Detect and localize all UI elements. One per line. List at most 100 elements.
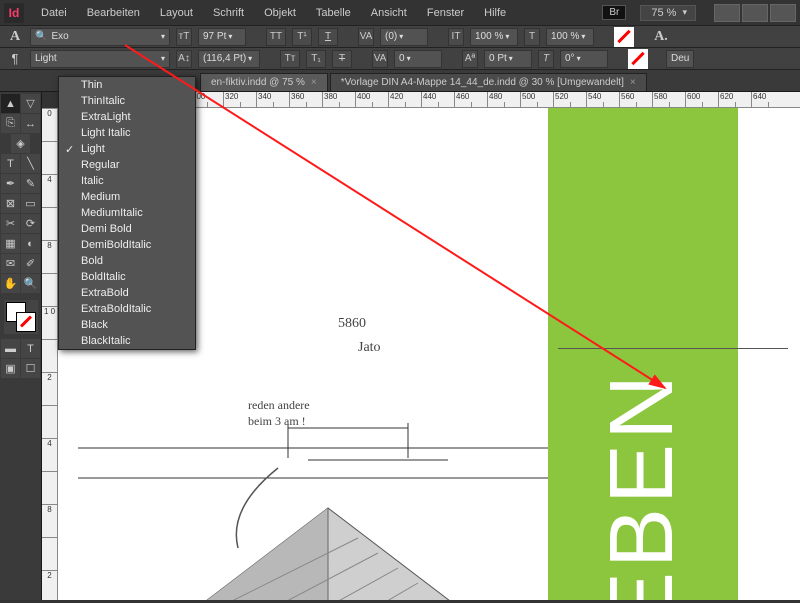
document-tab-1[interactable]: en-fiktiv.indd @ 75 % × xyxy=(200,73,328,91)
rect-frame-tool[interactable]: ⊠ xyxy=(1,194,20,213)
gap-tool[interactable]: ↔ xyxy=(21,114,40,133)
hscale-field[interactable]: 100 % xyxy=(546,28,594,46)
control-bar-row2: ¶ Light ▾ A↕ (116,4 Pt) Tᴛ T₁ T VA 0 Aª … xyxy=(0,48,800,70)
control-bar-row1: A 🔍 Exo ▾ тТ 97 Pt TT T¹ T VA (0) IT 100… xyxy=(0,26,800,48)
menu-objekt[interactable]: Objekt xyxy=(255,0,305,25)
superscript-icon[interactable]: T¹ xyxy=(292,28,312,46)
close-icon[interactable]: × xyxy=(630,77,636,88)
font-style-option[interactable]: Regular xyxy=(59,157,195,173)
font-style-option[interactable]: Thin xyxy=(59,77,195,93)
line-tool[interactable]: ╲ xyxy=(21,154,40,173)
font-style-option[interactable]: Medium xyxy=(59,189,195,205)
tool-panel: ▲▽ ⎘↔ ◈ T╲ ✒✎ ⊠▭ ✂⟳ ▦◐ ✉✐ ✋🔍 ▬T ▣☐ xyxy=(0,92,42,600)
fill-stroke-swatch[interactable] xyxy=(4,300,38,334)
menu-fenster[interactable]: Fenster xyxy=(418,0,473,25)
font-style-option[interactable]: Bold xyxy=(59,253,195,269)
apply-none[interactable]: T xyxy=(21,339,40,358)
zoom-tool[interactable]: 🔍 xyxy=(21,274,40,293)
font-style-option[interactable]: Light Italic xyxy=(59,125,195,141)
stroke-swatch[interactable] xyxy=(628,49,648,69)
font-size-field[interactable]: 97 Pt xyxy=(198,28,246,46)
vertical-ruler[interactable]: 0481 02482 xyxy=(42,108,58,600)
content-tool[interactable]: ◈ xyxy=(11,134,30,153)
paragraph-format-icon[interactable]: ¶ xyxy=(6,50,24,68)
subscript-icon[interactable]: T₁ xyxy=(306,50,326,68)
close-icon[interactable]: × xyxy=(311,77,317,88)
selection-tool[interactable]: ▲ xyxy=(1,94,20,113)
preview[interactable]: ☐ xyxy=(21,359,40,378)
fill-swatch[interactable] xyxy=(614,27,634,47)
apply-color[interactable]: ▬ xyxy=(1,339,20,358)
font-style-field[interactable]: Light ▾ xyxy=(30,50,170,68)
font-style-option[interactable]: Black xyxy=(59,317,195,333)
font-style-option[interactable]: DemiBoldItalic xyxy=(59,237,195,253)
eyedrop-tool[interactable]: ✐ xyxy=(21,254,40,273)
menu-datei[interactable]: Datei xyxy=(32,0,76,25)
page-tool[interactable]: ⎘ xyxy=(1,114,20,133)
screen-mode-icon[interactable] xyxy=(742,4,768,22)
rect-tool[interactable]: ▭ xyxy=(21,194,40,213)
document-tab-2[interactable]: *Vorlage DIN A4-Mappe 14_44_de.indd @ 30… xyxy=(330,73,647,91)
search-icon: 🔍 xyxy=(35,31,47,42)
gradient-tool[interactable]: ▦ xyxy=(1,234,20,253)
tab1-label: en-fiktiv.indd @ 75 % xyxy=(211,77,305,88)
leading-icon: A↕ xyxy=(176,50,192,68)
skew-field[interactable]: 0° xyxy=(560,50,608,68)
menu-layout[interactable]: Layout xyxy=(151,0,202,25)
hand-note-2: beim 3 am ! xyxy=(248,414,306,429)
type-tool[interactable]: T xyxy=(1,154,20,173)
bridge-badge[interactable]: Br xyxy=(602,5,626,20)
font-style-option[interactable]: ThinItalic xyxy=(59,93,195,109)
font-style-option[interactable]: BlackItalic xyxy=(59,333,195,349)
menu-hilfe[interactable]: Hilfe xyxy=(475,0,515,25)
character-format-icon[interactable]: A xyxy=(6,28,24,46)
font-size-icon: тТ xyxy=(176,28,192,46)
menu-schrift[interactable]: Schrift xyxy=(204,0,253,25)
allcaps-icon[interactable]: TT xyxy=(266,28,286,46)
vscale-icon: IT xyxy=(448,28,464,46)
font-style-option[interactable]: Italic xyxy=(59,173,195,189)
strike-icon[interactable]: T xyxy=(332,50,352,68)
dimension-2: Jato xyxy=(358,340,381,356)
font-family-value: Exo xyxy=(51,31,68,42)
font-style-option[interactable]: ExtraBold xyxy=(59,285,195,301)
tracking-field[interactable]: 0 xyxy=(394,50,442,68)
hand-tool[interactable]: ✋ xyxy=(1,274,20,293)
pen-tool[interactable]: ✒ xyxy=(1,174,20,193)
font-style-option[interactable]: MediumItalic xyxy=(59,205,195,221)
normal-view[interactable]: ▣ xyxy=(1,359,20,378)
font-family-field[interactable]: 🔍 Exo ▾ xyxy=(30,28,170,46)
leading-field[interactable]: (116,4 Pt) xyxy=(198,50,260,68)
font-style-option[interactable]: BoldItalic xyxy=(59,269,195,285)
baseline-field[interactable]: 0 Pt xyxy=(484,50,532,68)
note-tool[interactable]: ✉ xyxy=(1,254,20,273)
hand-note-1: reden andere xyxy=(248,398,310,413)
font-style-option[interactable]: Demi Bold xyxy=(59,221,195,237)
architecture-image xyxy=(78,368,598,600)
font-style-option[interactable]: ExtraBoldItalic xyxy=(59,301,195,317)
zoom-dropdown[interactable]: 75 % xyxy=(640,5,696,21)
menu-tabelle[interactable]: Tabelle xyxy=(307,0,360,25)
scissors-tool[interactable]: ✂ xyxy=(1,214,20,233)
char-style-icon[interactable]: A. xyxy=(652,28,670,46)
view-options-icon[interactable] xyxy=(714,4,740,22)
baseline-icon: Aª xyxy=(462,50,478,68)
gradient-feather-tool[interactable]: ◐ xyxy=(21,234,40,253)
font-style-dropdown[interactable]: ThinThinItalicExtraLightLight ItalicLigh… xyxy=(58,76,196,350)
vscale-field[interactable]: 100 % xyxy=(470,28,518,46)
language-field[interactable]: Deu xyxy=(666,50,694,68)
font-style-option[interactable]: ExtraLight xyxy=(59,109,195,125)
green-banner: LEBEN xyxy=(548,108,738,600)
smallcaps-icon[interactable]: Tᴛ xyxy=(280,50,300,68)
menu-ansicht[interactable]: Ansicht xyxy=(362,0,416,25)
app-menubar: Id Datei Bearbeiten Layout Schrift Objek… xyxy=(0,0,800,26)
skew-icon: T xyxy=(538,50,554,68)
arrange-docs-icon[interactable] xyxy=(770,4,796,22)
pencil-tool[interactable]: ✎ xyxy=(21,174,40,193)
direct-select-tool[interactable]: ▽ xyxy=(21,94,40,113)
menu-bearbeiten[interactable]: Bearbeiten xyxy=(78,0,149,25)
underline-icon[interactable]: T xyxy=(318,28,338,46)
transform-tool[interactable]: ⟳ xyxy=(21,214,40,233)
font-style-option[interactable]: Light xyxy=(59,141,195,157)
kerning-field[interactable]: (0) xyxy=(380,28,428,46)
